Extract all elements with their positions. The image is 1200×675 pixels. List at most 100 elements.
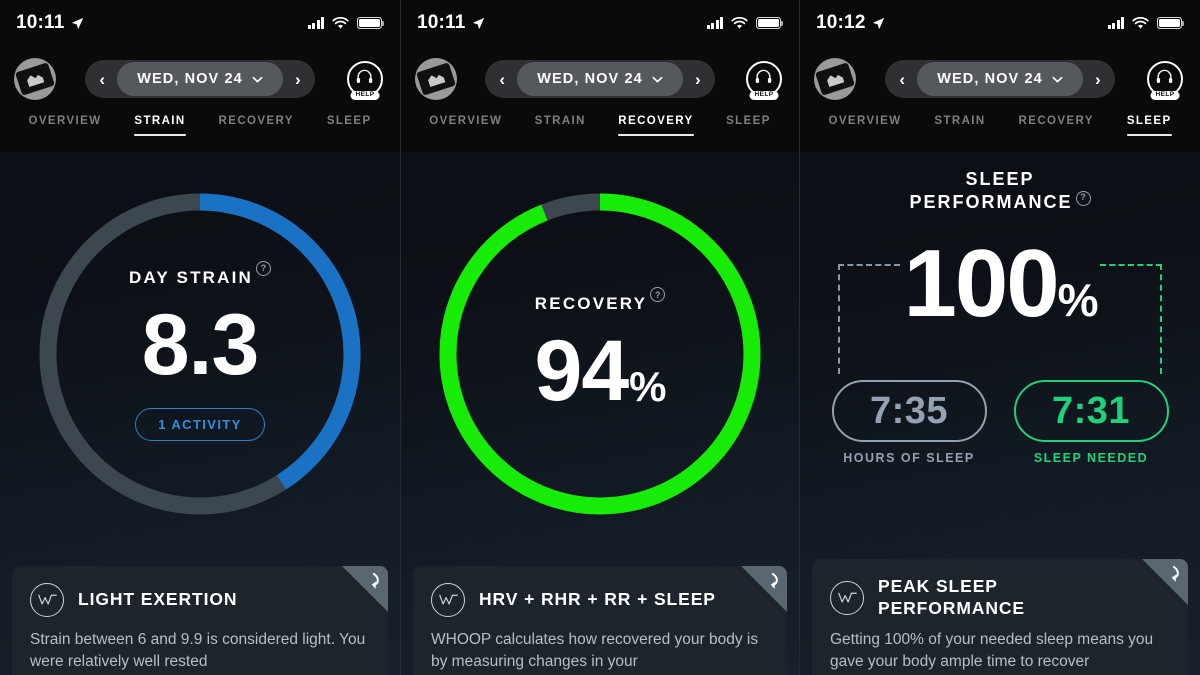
chevron-down-icon <box>252 76 263 82</box>
date-navigator: ‹ WED, NOV 24 › <box>85 60 315 98</box>
prev-day-button[interactable]: ‹ <box>487 60 517 98</box>
wifi-icon <box>731 16 748 29</box>
card-title-line1: PEAK SLEEP <box>878 576 998 597</box>
panel-body: RECOVERY ? 94 % HRV + RHR + RR + SLEEP W… <box>401 152 799 675</box>
panel-sleep: 10:12 ‹ WED, NOV 24 › HELP OVERVIEW STRA… <box>800 0 1200 675</box>
card-title: LIGHT EXERTION <box>78 589 238 610</box>
day-strain-ring[interactable]: DAY STRAIN ? 8.3 1 ACTIVITY <box>35 189 365 519</box>
sleep-title-line1: SLEEP <box>965 169 1035 189</box>
app-header: ‹ WED, NOV 24 › HELP <box>800 46 1200 112</box>
recovery-value-text: 94 <box>534 323 629 419</box>
panel-body: DAY STRAIN ? 8.3 1 ACTIVITY LIGHT EXERTI… <box>0 152 400 675</box>
tab-overview[interactable]: OVERVIEW <box>28 112 101 127</box>
tab-recovery[interactable]: RECOVERY <box>618 112 694 136</box>
hours-of-sleep-caption: HOURS OF SLEEP <box>843 451 975 465</box>
insight-card-recovery[interactable]: HRV + RHR + RR + SLEEP WHOOP calculates … <box>413 566 787 675</box>
tab-sleep[interactable]: SLEEP <box>1126 112 1172 136</box>
expand-arrow-icon <box>770 572 778 589</box>
status-time-group: 10:11 <box>417 12 485 34</box>
sleep-needed-value: 7:31 <box>1013 380 1169 442</box>
status-time: 10:12 <box>816 12 866 33</box>
date-picker-button[interactable]: WED, NOV 24 <box>917 62 1083 96</box>
help-question-icon[interactable]: ? <box>1075 190 1091 206</box>
status-indicators <box>706 16 784 30</box>
tab-strain[interactable]: STRAIN <box>535 112 586 127</box>
tab-bar: OVERVIEW STRAIN RECOVERY SLEEP <box>800 112 1200 152</box>
next-day-button[interactable]: › <box>283 60 313 98</box>
card-title-line2: PERFORMANCE <box>878 597 1025 618</box>
user-avatar[interactable] <box>415 58 457 100</box>
metric-sleep-needed[interactable]: 7:31 SLEEP NEEDED <box>1013 380 1169 465</box>
expand-arrow-icon <box>371 572 379 589</box>
battery-full-icon <box>756 16 784 30</box>
sleep-needed-caption: SLEEP NEEDED <box>1033 451 1149 465</box>
status-bar: 10:11 <box>0 0 400 46</box>
whoop-logo-icon <box>30 583 64 617</box>
date-label: WED, NOV 24 <box>137 71 243 87</box>
help-question-icon[interactable]: ? <box>650 287 666 302</box>
ring-label: DAY STRAIN ? <box>128 260 272 288</box>
sleep-performance-value: 100% <box>800 236 1200 332</box>
metric-hours-of-sleep[interactable]: 7:35 HOURS OF SLEEP <box>831 380 987 465</box>
sleep-percent-sign: % <box>1057 274 1099 326</box>
help-question-icon[interactable]: ? <box>256 260 272 276</box>
next-day-button[interactable]: › <box>683 60 713 98</box>
strain-value: 8.3 <box>141 296 260 393</box>
wifi-icon <box>332 16 349 29</box>
tab-sleep[interactable]: SLEEP <box>327 112 372 127</box>
next-day-button[interactable]: › <box>1083 60 1113 98</box>
sleep-performance-title: SLEEP PERFORMANCE ? <box>800 168 1200 213</box>
location-arrow-icon <box>472 17 484 29</box>
panel-body: SLEEP PERFORMANCE ? 100% 7:35 HOURS OF S… <box>800 152 1200 675</box>
hours-of-sleep-value: 7:35 <box>831 380 987 442</box>
cellular-signal-icon <box>1107 17 1124 29</box>
card-title: HRV + RHR + RR + SLEEP <box>479 589 716 610</box>
help-button[interactable]: HELP <box>743 58 785 100</box>
ring-label-text: RECOVERY <box>534 294 648 313</box>
insight-card-strain[interactable]: LIGHT EXERTION Strain between 6 and 9.9 … <box>12 566 388 675</box>
tab-bar: OVERVIEW STRAIN RECOVERY SLEEP <box>401 112 799 152</box>
activity-count-button[interactable]: 1 ACTIVITY <box>135 407 265 441</box>
card-header: HRV + RHR + RR + SLEEP <box>431 583 769 617</box>
whoop-logo-icon <box>830 580 864 615</box>
tab-strain[interactable]: STRAIN <box>934 112 985 127</box>
card-body-text: WHOOP calculates how recovered your body… <box>431 631 759 670</box>
date-label: WED, NOV 24 <box>537 71 643 87</box>
card-body-text: Strain between 6 and 9.9 is considered l… <box>30 631 366 670</box>
sleep-title-line2: PERFORMANCE <box>909 191 1073 212</box>
tab-overview[interactable]: OVERVIEW <box>828 112 901 127</box>
tab-overview[interactable]: OVERVIEW <box>429 112 502 127</box>
user-avatar[interactable] <box>814 58 856 100</box>
status-time-group: 10:12 <box>816 12 885 34</box>
panel-recovery: 10:11 ‹ WED, NOV 24 › HELP OVERVIEW STRA… <box>400 0 800 675</box>
prev-day-button[interactable]: ‹ <box>887 60 917 98</box>
sleep-performance-number: 100 <box>903 230 1059 337</box>
recovery-ring[interactable]: RECOVERY ? 94 % <box>435 189 765 519</box>
tab-recovery[interactable]: RECOVERY <box>219 112 294 127</box>
battery-full-icon <box>357 16 385 30</box>
cellular-signal-icon <box>307 17 324 29</box>
date-picker-button[interactable]: WED, NOV 24 <box>117 62 283 96</box>
tab-sleep[interactable]: SLEEP <box>726 112 771 127</box>
insight-card-sleep[interactable]: PEAK SLEEP PERFORMANCE Getting 100% of y… <box>812 559 1188 675</box>
date-picker-button[interactable]: WED, NOV 24 <box>517 62 683 96</box>
app-header: ‹ WED, NOV 24 › HELP <box>0 46 400 112</box>
card-title: PEAK SLEEP PERFORMANCE <box>878 576 1025 619</box>
status-indicators <box>1107 16 1185 30</box>
status-indicators <box>307 16 385 30</box>
tab-strain[interactable]: STRAIN <box>134 112 186 136</box>
whoop-logo-icon <box>431 583 465 617</box>
help-button[interactable]: HELP <box>344 58 386 100</box>
strain-value-text: 8.3 <box>141 296 260 393</box>
wifi-icon <box>1132 16 1149 29</box>
user-avatar[interactable] <box>14 58 56 100</box>
ring-label-text: DAY STRAIN <box>128 267 254 287</box>
date-label: WED, NOV 24 <box>937 71 1043 87</box>
panel-strain: 10:11 ‹ WED, NOV 24 › HELP OVERVIEW STRA… <box>0 0 400 675</box>
help-button[interactable]: HELP <box>1144 58 1186 100</box>
ring-label: RECOVERY ? <box>534 287 666 314</box>
card-header: LIGHT EXERTION <box>30 583 370 617</box>
tab-recovery[interactable]: RECOVERY <box>1019 112 1094 127</box>
prev-day-button[interactable]: ‹ <box>87 60 117 98</box>
help-badge: HELP <box>749 90 779 100</box>
